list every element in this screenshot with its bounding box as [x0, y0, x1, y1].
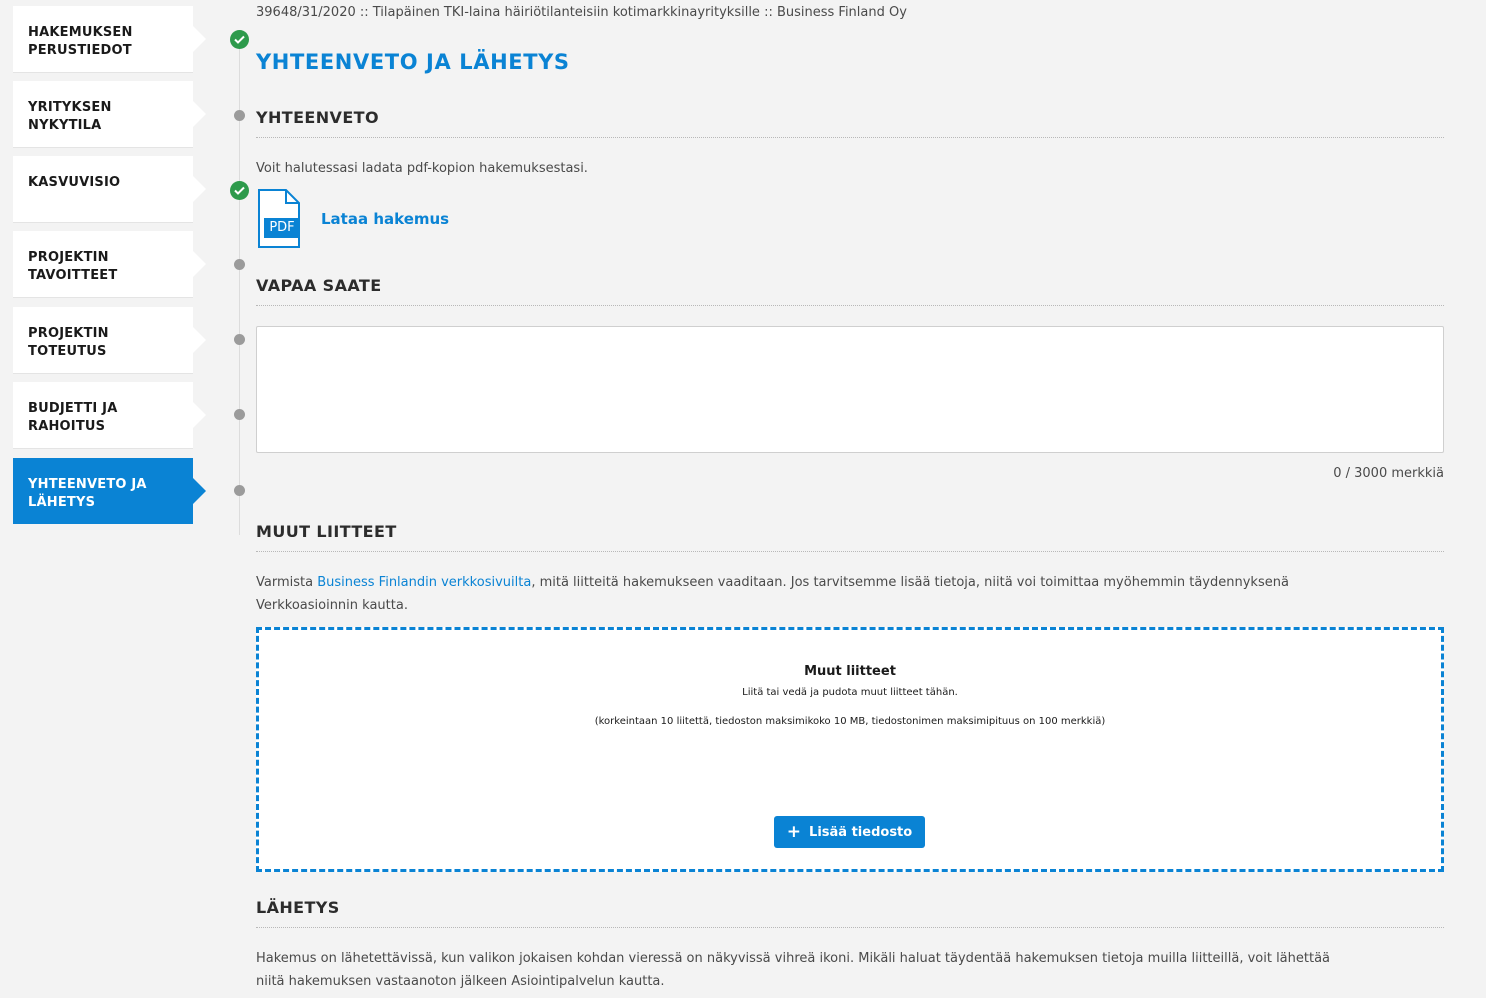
add-file-button[interactable]: + Lisää tiedosto	[774, 816, 925, 848]
nav-item-label: BUDJETTI JA	[28, 401, 118, 416]
section-title-sending: LÄHETYS	[256, 898, 1444, 928]
nav-item-perustiedot[interactable]: HAKEMUKSEN PERUSTIEDOT	[13, 6, 206, 72]
nav-item-label: NYKYTILA	[28, 118, 102, 133]
page-title: YHTEENVETO JA LÄHETYS	[256, 50, 570, 74]
dropzone-title: Muut liitteet	[804, 664, 896, 679]
pdf-file-icon[interactable]: PDF	[256, 189, 302, 249]
nav-item-kasvuvisio[interactable]: KASVUVISIO	[13, 156, 206, 222]
check-icon	[230, 181, 249, 200]
breadcrumb: 39648/31/2020 :: Tilapäinen TKI-laina hä…	[256, 5, 907, 20]
sending-text-part: niitä hakemuksen vastaanoton jälkeen Asi…	[256, 974, 665, 989]
nav-item-tavoitteet[interactable]: PROJEKTIN TAVOITTEET	[13, 231, 206, 297]
nav-item-label: PROJEKTIN	[28, 326, 109, 341]
nav-item-label: YRITYKSEN	[28, 100, 112, 115]
status-dot-icon	[234, 259, 245, 270]
dropzone-limits: (korkeintaan 10 liitettä, tiedoston maks…	[594, 716, 1106, 727]
nav-item-toteutus[interactable]: PROJEKTIN TOTEUTUS	[13, 307, 206, 373]
character-counter: 0 / 3000 merkkiä	[1333, 466, 1444, 481]
section-title-summary: YHTEENVETO	[256, 108, 1444, 138]
summary-text: Voit halutessasi ladata pdf-kopion hakem…	[256, 161, 588, 176]
nav-item-budjetti[interactable]: BUDJETTI JA RAHOITUS	[13, 382, 206, 448]
attachments-text-part: Varmista	[256, 575, 318, 590]
plus-icon: +	[786, 821, 802, 842]
status-dot-icon	[234, 334, 245, 345]
add-file-button-label: Lisää tiedosto	[809, 824, 913, 840]
dropzone-instructions: Liitä tai vedä ja pudota muut liitteet t…	[742, 687, 958, 698]
nav-item-yhteenveto[interactable]: YHTEENVETO JA LÄHETYS	[13, 458, 206, 524]
attachment-dropzone[interactable]: Muut liitteet Liitä tai vedä ja pudota m…	[256, 627, 1444, 872]
nav-item-label: HAKEMUKSEN	[28, 25, 133, 40]
attachments-info-text: Varmista Business Finlandin verkkosivuil…	[256, 571, 1444, 617]
section-title-cover-letter: VAPAA SAATE	[256, 276, 1444, 306]
sending-text-part: Hakemus on lähetettävissä, kun valikon j…	[256, 951, 1331, 966]
nav-item-label: KASVUVISIO	[28, 175, 121, 190]
nav-item-label: LÄHETYS	[28, 495, 96, 510]
nav-item-label: PROJEKTIN	[28, 250, 109, 265]
nav-item-label: TOTEUTUS	[28, 344, 107, 359]
status-dot-icon	[234, 110, 245, 121]
check-icon	[230, 30, 249, 49]
download-application-link[interactable]: Lataa hakemus	[321, 210, 449, 228]
attachments-text-part: Verkkoasioinnin kautta.	[256, 598, 408, 613]
pdf-badge-label: PDF	[269, 220, 295, 235]
nav-item-label: TAVOITTEET	[28, 268, 118, 283]
status-dot-icon	[234, 409, 245, 420]
nav-item-label: RAHOITUS	[28, 419, 106, 434]
section-title-attachments: MUUT LIITTEET	[256, 522, 1444, 552]
nav-item-label: YHTEENVETO JA	[28, 477, 147, 492]
status-dot-icon	[234, 485, 245, 496]
sending-info-text: Hakemus on lähetettävissä, kun valikon j…	[256, 947, 1444, 993]
nav-item-nykytila[interactable]: YRITYKSEN NYKYTILA	[13, 81, 206, 147]
cover-letter-textarea[interactable]	[256, 326, 1444, 453]
step-navigation: HAKEMUKSEN PERUSTIEDOT YRITYKSEN NYKYTIL…	[13, 5, 249, 998]
business-finland-website-link[interactable]: Business Finlandin verkkosivuilta	[317, 575, 531, 590]
attachments-text-part: , mitä liitteitä hakemukseen vaaditaan. …	[531, 575, 1289, 590]
nav-item-label: PERUSTIEDOT	[28, 43, 132, 58]
